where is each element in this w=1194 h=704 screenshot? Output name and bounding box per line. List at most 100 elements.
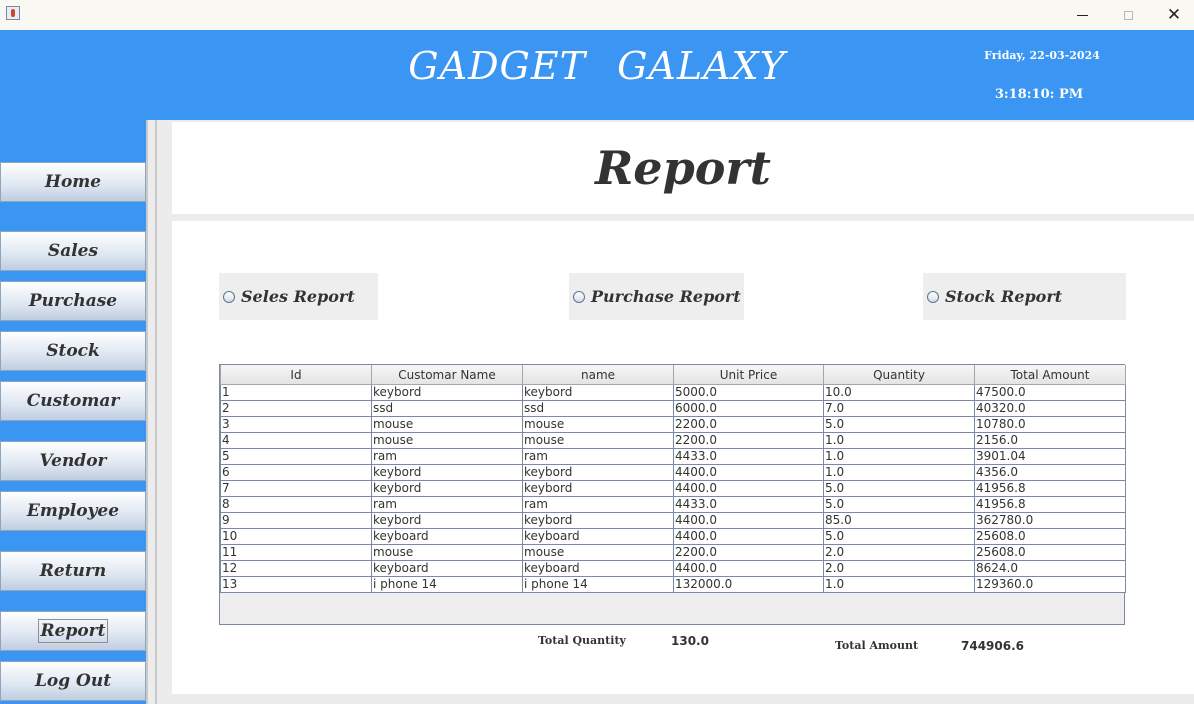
table-cell[interactable]: 2200.0 <box>673 432 824 449</box>
report-table-scrollpane[interactable]: Id Customar Name name Unit Price Quantit… <box>219 364 1126 625</box>
column-header[interactable]: Customar Name <box>371 365 523 385</box>
table-cell[interactable]: 5.0 <box>823 480 975 497</box>
column-header[interactable]: Unit Price <box>673 365 824 385</box>
column-header[interactable]: Quantity <box>823 365 975 385</box>
table-cell[interactable]: 4433.0 <box>673 448 824 465</box>
table-row[interactable]: 4 mouse mouse 2200.0 1.0 2156.0 <box>220 432 1126 449</box>
table-cell[interactable]: 11 <box>220 544 372 561</box>
table-cell[interactable]: keyboard <box>371 528 523 545</box>
table-cell[interactable]: 6 <box>220 464 372 481</box>
table-cell[interactable]: 4400.0 <box>673 560 824 577</box>
table-row[interactable]: 6 keybord keybord 4400.0 1.0 4356.0 <box>220 464 1126 481</box>
table-cell[interactable]: ram <box>371 496 523 513</box>
table-cell[interactable]: 4 <box>220 432 372 449</box>
close-button[interactable]: ✕ <box>1151 0 1194 30</box>
table-cell[interactable]: 7 <box>220 480 372 497</box>
table-cell[interactable]: 85.0 <box>823 512 975 529</box>
table-row[interactable]: 10 keyboard keyboard 4400.0 5.0 25608.0 <box>220 528 1126 545</box>
table-cell[interactable]: ram <box>371 448 523 465</box>
table-cell[interactable]: 5.0 <box>823 528 975 545</box>
table-cell[interactable]: 47500.0 <box>974 384 1126 401</box>
table-cell[interactable]: 5000.0 <box>673 384 824 401</box>
maximize-button[interactable] <box>1105 0 1151 30</box>
table-cell[interactable]: 10 <box>220 528 372 545</box>
table-cell[interactable]: 2200.0 <box>673 544 824 561</box>
table-cell[interactable]: 2156.0 <box>974 432 1126 449</box>
table-cell[interactable]: 4400.0 <box>673 480 824 497</box>
table-cell[interactable]: ram <box>522 496 674 513</box>
column-header[interactable]: name <box>522 365 674 385</box>
table-cell[interactable]: 25608.0 <box>974 528 1126 545</box>
table-cell[interactable]: keybord <box>522 384 674 401</box>
table-cell[interactable]: 10780.0 <box>974 416 1126 433</box>
table-row[interactable]: 5 ram ram 4433.0 1.0 3901.04 <box>220 448 1126 465</box>
purchase-report-radio[interactable]: Purchase Report <box>569 273 744 320</box>
table-cell[interactable]: ssd <box>522 400 674 417</box>
table-cell[interactable]: 1.0 <box>823 432 975 449</box>
table-cell[interactable]: 4400.0 <box>673 512 824 529</box>
sidebar-item-vendor[interactable]: Vendor <box>0 441 146 481</box>
table-cell[interactable]: keybord <box>371 464 523 481</box>
table-row[interactable]: 13 i phone 14 i phone 14 132000.0 1.0 129360.… <box>220 576 1126 593</box>
table-cell[interactable]: 4400.0 <box>673 464 824 481</box>
table-cell[interactable]: mouse <box>522 416 674 433</box>
table-row[interactable]: 11 mouse mouse 2200.0 2.0 25608.0 <box>220 544 1126 561</box>
table-cell[interactable]: 3901.04 <box>974 448 1126 465</box>
table-cell[interactable]: keybord <box>371 512 523 529</box>
table-cell[interactable]: 2 <box>220 400 372 417</box>
table-cell[interactable]: 3 <box>220 416 372 433</box>
table-row[interactable]: 2 ssd ssd 6000.0 7.0 40320.0 <box>220 400 1126 417</box>
table-cell[interactable]: keybord <box>522 464 674 481</box>
minimize-button[interactable] <box>1059 0 1105 30</box>
table-cell[interactable]: 7.0 <box>823 400 975 417</box>
table-cell[interactable]: 5 <box>220 448 372 465</box>
table-cell[interactable]: 2200.0 <box>673 416 824 433</box>
table-cell[interactable]: mouse <box>371 432 523 449</box>
sidebar-item-home[interactable]: Home <box>0 162 146 202</box>
table-cell[interactable]: 8624.0 <box>974 560 1126 577</box>
sidebar-item-purchase[interactable]: Purchase <box>0 281 146 321</box>
table-cell[interactable]: 132000.0 <box>673 576 824 593</box>
table-cell[interactable]: ram <box>522 448 674 465</box>
sidebar-item-stock[interactable]: Stock <box>0 331 146 371</box>
split-pane-divider[interactable] <box>146 120 170 704</box>
table-cell[interactable]: keybord <box>522 512 674 529</box>
table-row[interactable]: 7 keybord keybord 4400.0 5.0 41956.8 <box>220 480 1126 497</box>
table-cell[interactable]: 5.0 <box>823 416 975 433</box>
table-cell[interactable]: mouse <box>371 416 523 433</box>
table-cell[interactable]: 9 <box>220 512 372 529</box>
table-cell[interactable]: 12 <box>220 560 372 577</box>
table-cell[interactable]: keybord <box>371 480 523 497</box>
sales-report-radio[interactable]: Seles Report <box>219 273 378 320</box>
table-row[interactable]: 12 keyboard keyboard 4400.0 2.0 8624.0 <box>220 560 1126 577</box>
table-cell[interactable]: mouse <box>371 544 523 561</box>
table-cell[interactable]: 40320.0 <box>974 400 1126 417</box>
table-row[interactable]: 8 ram ram 4433.0 5.0 41956.8 <box>220 496 1126 513</box>
table-cell[interactable]: 1.0 <box>823 464 975 481</box>
table-row[interactable]: 3 mouse mouse 2200.0 5.0 10780.0 <box>220 416 1126 433</box>
table-cell[interactable]: keybord <box>371 384 523 401</box>
sidebar-item-employee[interactable]: Employee <box>0 491 146 531</box>
column-header[interactable]: Total Amount <box>974 365 1126 385</box>
table-cell[interactable]: 2.0 <box>823 544 975 561</box>
table-cell[interactable]: 10.0 <box>823 384 975 401</box>
table-cell[interactable]: 1 <box>220 384 372 401</box>
sidebar-item-report[interactable]: Report <box>0 611 146 651</box>
table-cell[interactable]: 1.0 <box>823 448 975 465</box>
table-cell[interactable]: 4433.0 <box>673 496 824 513</box>
table-cell[interactable]: 25608.0 <box>974 544 1126 561</box>
table-row[interactable]: 1 keybord keybord 5000.0 10.0 47500.0 <box>220 384 1126 401</box>
table-cell[interactable]: 13 <box>220 576 372 593</box>
stock-report-radio[interactable]: Stock Report <box>923 273 1126 320</box>
table-cell[interactable]: 8 <box>220 496 372 513</box>
table-cell[interactable]: 4356.0 <box>974 464 1126 481</box>
table-cell[interactable]: mouse <box>522 432 674 449</box>
sidebar-item-customar[interactable]: Customar <box>0 381 146 421</box>
table-cell[interactable]: mouse <box>522 544 674 561</box>
table-cell[interactable]: 1.0 <box>823 576 975 593</box>
table-cell[interactable]: ssd <box>371 400 523 417</box>
sidebar-item-return[interactable]: Return <box>0 551 146 591</box>
table-cell[interactable]: 41956.8 <box>974 480 1126 497</box>
table-cell[interactable]: i phone 14 <box>371 576 523 593</box>
table-row[interactable]: 9 keybord keybord 4400.0 85.0 362780.0 <box>220 512 1126 529</box>
